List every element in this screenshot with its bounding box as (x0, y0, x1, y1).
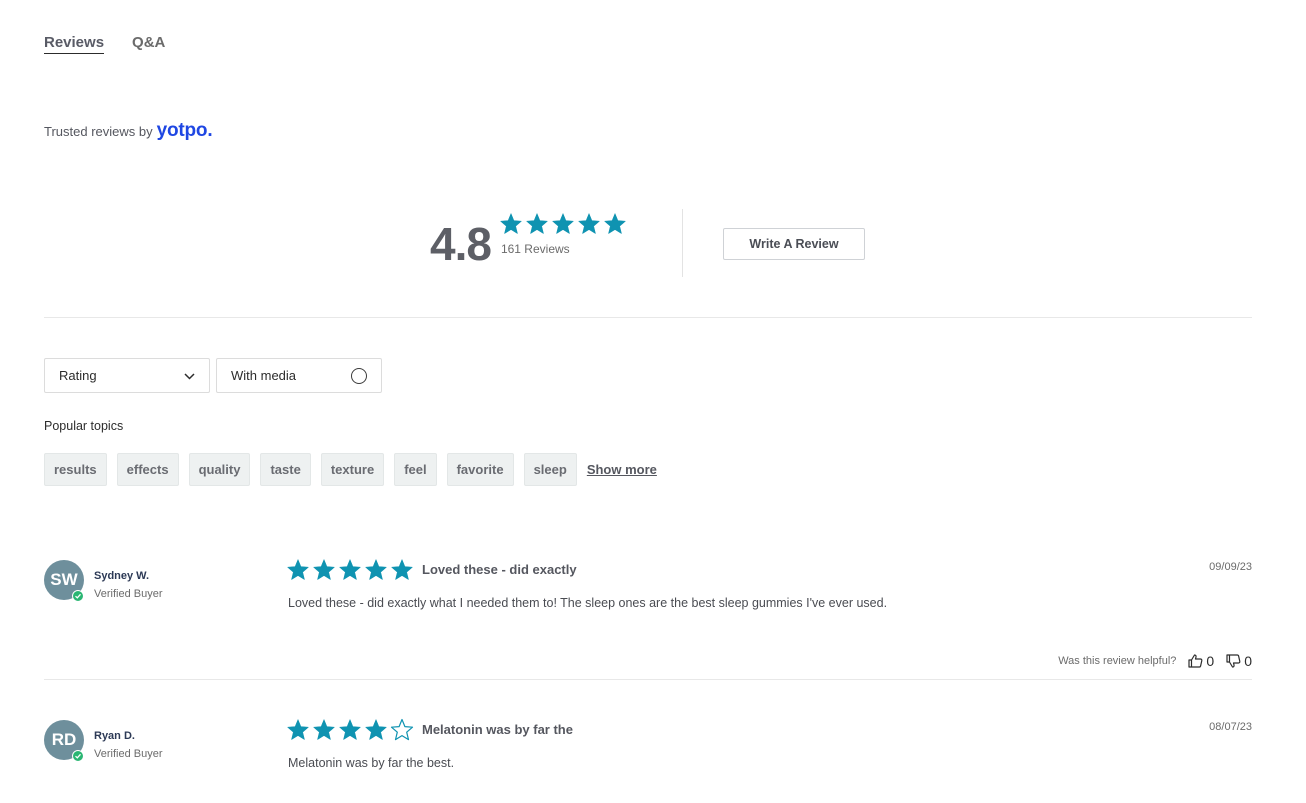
review-item: SW Sydney W. Verified Buyer Loved these … (44, 556, 1252, 680)
with-media-label: With media (231, 368, 297, 383)
review-date: 08/07/23 (1209, 721, 1252, 733)
with-media-radio[interactable] (351, 367, 367, 384)
summary-stars (499, 212, 627, 236)
review-title: Melatonin was by far the (422, 722, 573, 737)
review-count: 161 Reviews (500, 242, 570, 256)
up-vote-count: 0 (1206, 653, 1215, 669)
chevron-down-icon (184, 368, 195, 383)
verified-buyer-label: Verified Buyer (94, 588, 163, 600)
star-filled-icon (312, 718, 336, 742)
star-filled-icon (338, 718, 362, 742)
average-rating: 4.8 (430, 218, 492, 270)
avatar-initials: RD (51, 730, 77, 749)
verified-check-icon (72, 590, 84, 602)
thumbs-up-button[interactable]: 0 (1188, 653, 1214, 669)
review-body: Melatonin was by far the best. (288, 756, 455, 770)
tab-qa[interactable]: Q&A (132, 34, 165, 54)
yotpo-logo[interactable]: yotpo. (157, 120, 213, 142)
star-filled-icon (577, 212, 601, 236)
summary-divider (682, 209, 683, 277)
star-filled-icon (312, 558, 336, 582)
review-item: RD Ryan D. Verified Buyer Melatonin was … (44, 716, 1252, 796)
topic-chip[interactable]: taste (260, 453, 311, 486)
with-media-filter[interactable]: With media (216, 358, 382, 393)
star-filled-icon (338, 558, 362, 582)
avatar: SW (44, 560, 84, 602)
avatar: RD (44, 720, 84, 762)
verified-check-icon (72, 750, 84, 762)
write-review-button[interactable]: Write A Review (723, 228, 865, 260)
verified-buyer-label: Verified Buyer (94, 748, 163, 760)
thumbs-down-icon (1226, 654, 1241, 668)
helpful-section: Was this review helpful? 0 0 (1058, 653, 1252, 669)
down-vote-count: 0 (1244, 653, 1252, 669)
review-body: Loved these - did exactly what I needed … (288, 596, 888, 610)
tab-reviews[interactable]: Reviews (44, 34, 105, 54)
reviewer-name: Sydney W. (94, 570, 150, 582)
section-divider (44, 317, 1252, 318)
rating-summary: 4.8 161 Reviews (430, 212, 627, 267)
rating-filter-dropdown[interactable]: Rating (44, 358, 210, 393)
review-divider (44, 679, 1252, 680)
trusted-reviews-banner: Trusted reviews by yotpo. (44, 120, 213, 142)
popular-topics-list: results effects quality taste texture fe… (44, 453, 657, 486)
reviewer-name: Ryan D. (94, 730, 135, 742)
topic-chip[interactable]: results (44, 453, 107, 486)
star-filled-icon (390, 558, 414, 582)
topic-chip[interactable]: texture (320, 453, 385, 486)
review-tabs: Reviews Q&A (44, 34, 165, 54)
topic-chip[interactable]: quality (188, 453, 251, 486)
star-filled-icon (551, 212, 575, 236)
star-filled-icon (499, 212, 523, 236)
topic-chip[interactable]: feel (394, 453, 437, 486)
topic-chip[interactable]: favorite (446, 453, 514, 486)
topic-chip[interactable]: sleep (523, 453, 577, 486)
show-more-topics-link[interactable]: Show more (587, 462, 657, 477)
popular-topics-label: Popular topics (44, 419, 124, 433)
review-stars (286, 558, 414, 582)
avatar-initials: SW (50, 570, 78, 589)
rating-filter-label: Rating (59, 368, 97, 383)
star-filled-icon (364, 558, 388, 582)
star-filled-icon (525, 212, 549, 236)
trusted-reviews-text: Trusted reviews by (44, 124, 153, 139)
review-date: 09/09/23 (1209, 561, 1252, 573)
star-empty-icon (390, 718, 414, 742)
thumbs-up-icon (1188, 654, 1203, 668)
review-title: Loved these - did exactly (422, 562, 577, 577)
star-filled-icon (603, 212, 627, 236)
review-stars (286, 718, 414, 742)
topic-chip[interactable]: effects (116, 453, 179, 486)
star-filled-icon (286, 718, 310, 742)
helpful-question: Was this review helpful? (1058, 655, 1177, 667)
star-filled-icon (286, 558, 310, 582)
thumbs-down-button[interactable]: 0 (1226, 653, 1252, 669)
star-filled-icon (364, 718, 388, 742)
